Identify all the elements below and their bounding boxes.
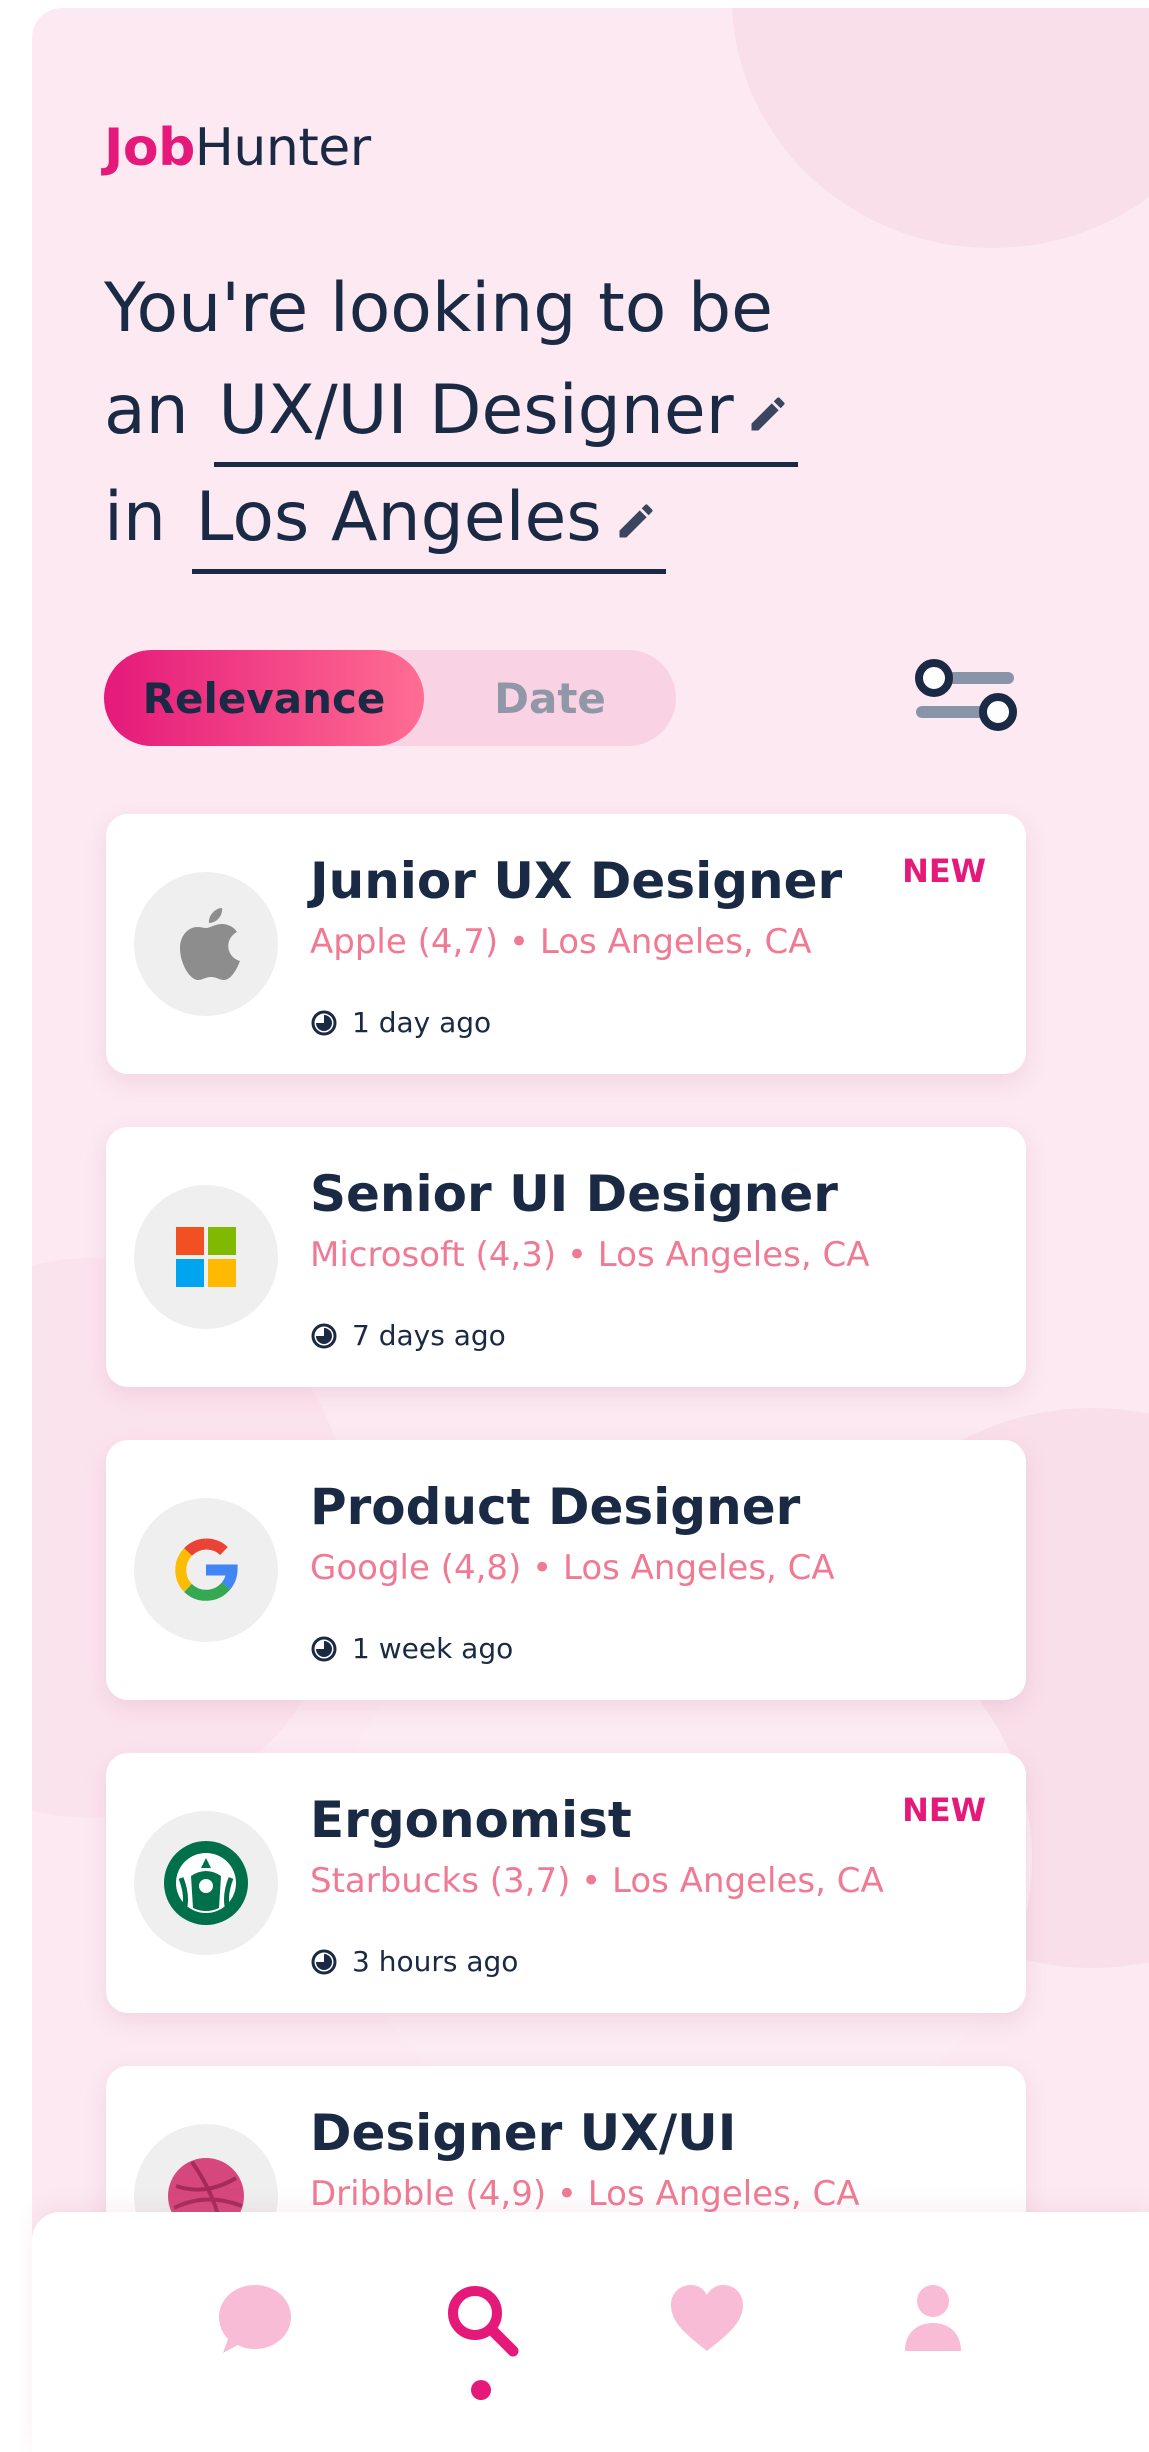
location-field[interactable]: Los Angeles <box>191 467 666 574</box>
clock-icon <box>311 1010 337 1035</box>
role-prefix: an <box>104 371 189 450</box>
location-line: in Los Angeles <box>104 467 798 574</box>
location-prefix: in <box>104 478 166 557</box>
pencil-icon[interactable] <box>614 499 658 543</box>
logo-part-job: Job <box>104 118 195 178</box>
company-logo <box>134 872 278 1016</box>
clock-icon <box>311 1323 337 1348</box>
nav-chat[interactable] <box>210 2274 300 2364</box>
starbucks-logo-icon <box>164 1841 248 1925</box>
clock-icon <box>311 1949 337 1974</box>
logo-part-hunter: Hunter <box>194 118 371 178</box>
job-title: Ergonomist <box>310 1791 632 1849</box>
google-logo-icon <box>175 1538 238 1601</box>
job-company-location: Starbucks (3,7) • Los Angeles, CA <box>310 1861 884 1901</box>
time-text: 7 days ago <box>352 1319 506 1352</box>
sort-date-button[interactable]: Date <box>424 650 676 746</box>
pencil-icon[interactable] <box>746 392 790 436</box>
nav-search[interactable] <box>436 2274 526 2364</box>
job-card[interactable]: Product Designer Google (4,8) • Los Ange… <box>106 1440 1026 1700</box>
time-text: 3 hours ago <box>352 1945 519 1978</box>
app-logo: JobHunter <box>104 118 371 178</box>
location-value: Los Angeles <box>195 478 602 557</box>
company-logo <box>134 1811 278 1955</box>
summary-intro: You're looking to be <box>104 269 773 348</box>
job-posted-time: 1 day ago <box>310 1006 491 1039</box>
job-posted-time: 7 days ago <box>310 1319 506 1352</box>
time-text: 1 week ago <box>352 1632 514 1665</box>
role-value: UX/UI Designer <box>218 371 734 450</box>
job-title: Product Designer <box>310 1478 801 1536</box>
job-company-location: Dribbble (4,9) • Los Angeles, CA <box>310 2174 860 2214</box>
profile-icon[interactable] <box>893 2279 973 2359</box>
job-title: Senior UI Designer <box>310 1165 838 1223</box>
nav-profile[interactable] <box>888 2274 978 2364</box>
role-line: an UX/UI Designer <box>104 360 798 467</box>
job-card[interactable]: Junior UX Designer Apple (4,7) • Los Ang… <box>106 814 1026 1074</box>
sort-toggle: Relevance Date <box>104 650 676 746</box>
clock-icon <box>311 1636 337 1661</box>
company-logo <box>134 1498 278 1642</box>
sort-relevance-button[interactable]: Relevance <box>104 650 424 746</box>
job-card[interactable]: Senior UI Designer Microsoft (4,3) • Los… <box>106 1127 1026 1387</box>
job-company-location: Microsoft (4,3) • Los Angeles, CA <box>310 1235 870 1275</box>
job-title: Junior UX Designer <box>310 852 843 910</box>
role-field[interactable]: UX/UI Designer <box>214 360 798 467</box>
filter-icon[interactable] <box>914 656 1024 740</box>
time-text: 1 day ago <box>352 1006 492 1039</box>
nav-favorites[interactable] <box>662 2274 752 2364</box>
job-posted-time: 1 week ago <box>310 1632 513 1665</box>
company-logo <box>134 1185 278 1329</box>
job-company-location: Google (4,8) • Los Angeles, CA <box>310 1548 835 1588</box>
microsoft-logo-icon <box>176 1227 236 1287</box>
job-title: Designer UX/UI <box>310 2104 737 2162</box>
job-company-location: Apple (4,7) • Los Angeles, CA <box>310 922 812 962</box>
heart-icon[interactable] <box>667 2279 747 2359</box>
new-badge: NEW <box>902 852 986 890</box>
chat-icon[interactable] <box>215 2279 295 2359</box>
bottom-navigation <box>32 2212 1149 2452</box>
new-badge: NEW <box>902 1791 986 1829</box>
active-indicator <box>471 2380 491 2400</box>
search-icon[interactable] <box>441 2279 521 2359</box>
job-posted-time: 3 hours ago <box>310 1945 518 1978</box>
job-card[interactable]: Ergonomist Starbucks (3,7) • Los Angeles… <box>106 1753 1026 2013</box>
apple-logo-icon <box>180 908 240 980</box>
background-blob <box>732 8 1149 248</box>
search-summary: You're looking to be an UX/UI Designer i… <box>104 258 798 574</box>
